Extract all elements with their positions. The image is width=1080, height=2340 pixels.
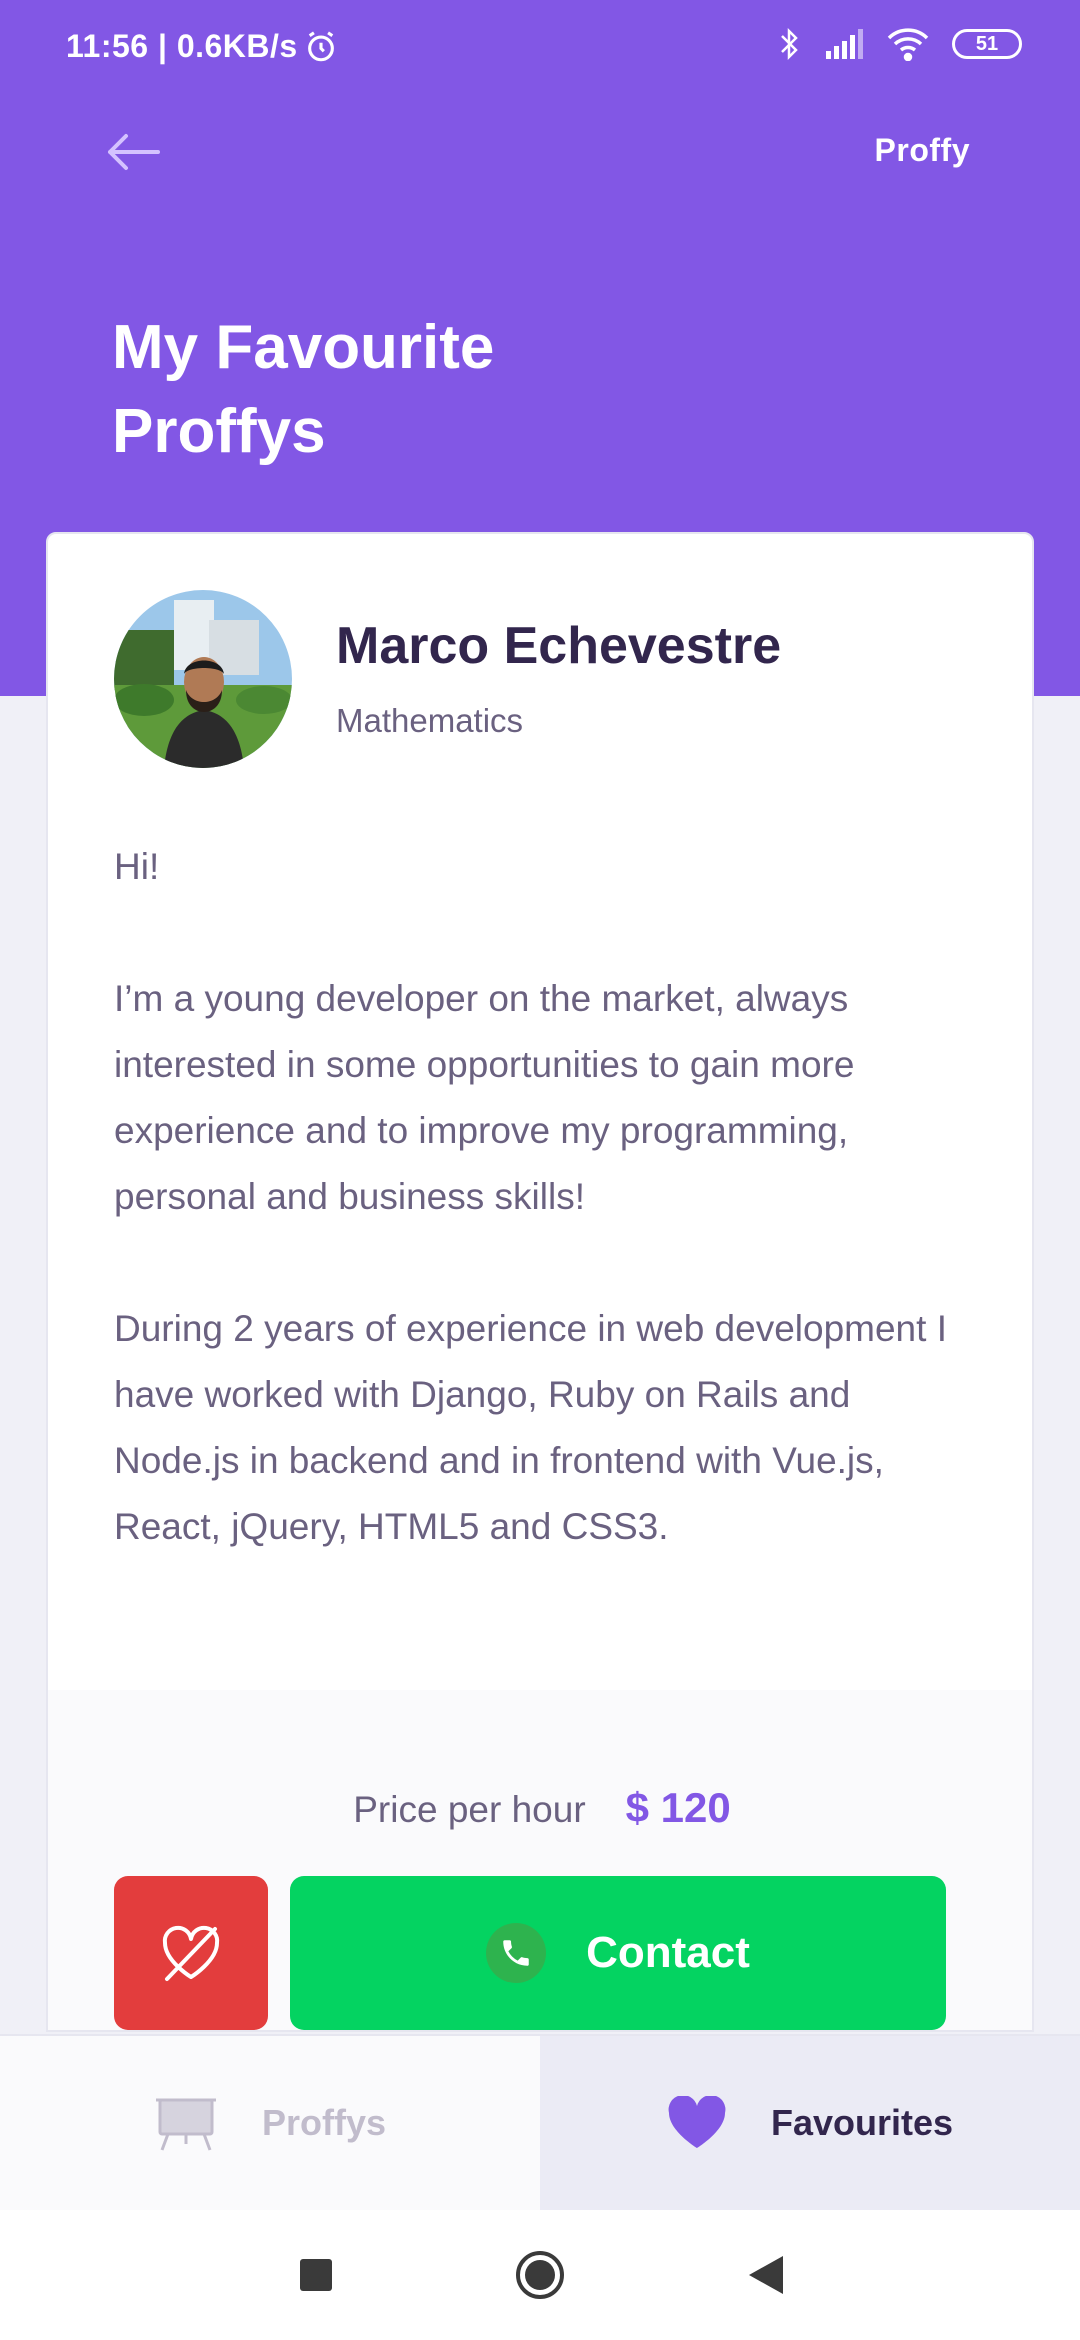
signal-icon [826,29,863,59]
bluetooth-icon [781,27,798,61]
battery-indicator: 51 [952,29,1022,59]
teacher-card: Marco Echevestre Mathematics Hi! I’m a y… [46,532,1034,2032]
back-arrow-icon[interactable] [104,130,164,174]
square-icon [300,2259,332,2291]
bottom-tab-bar: Proffys Favourites [0,2034,1080,2210]
teacher-name: Marco Echevestre [336,617,782,675]
teacher-subject: Mathematics [336,702,524,739]
easel-icon [155,2098,216,2151]
triangle-back-icon [749,2256,783,2294]
recents-button[interactable] [286,2210,346,2340]
bio-paragraph: Hi! [114,846,160,887]
tab-proffys[interactable]: Proffys [0,2036,540,2210]
card-footer: Price per hour $ 120 Contact [48,1690,1032,2030]
tab-favourites[interactable]: Favourites [540,2036,1080,2210]
home-button[interactable] [508,2210,572,2340]
wifi-icon [887,28,929,61]
avatar [114,590,292,768]
alarm-icon [307,31,334,61]
price-value: $ 120 [625,1784,731,1831]
price-row: Price per hour $ 120 [48,1784,1032,1832]
status-time-speed: 11:56 | 0.6KB/s [66,28,338,65]
heart-icon [668,2096,726,2148]
bio-paragraph: I’m a young developer on the market, alw… [114,978,855,1217]
status-bar: 11:56 | 0.6KB/s 51 [0,0,1080,96]
bio-paragraph: During 2 years of experience in web deve… [114,1308,947,1547]
circle-icon [516,2251,564,2299]
tab-label: Favourites [770,2102,954,2143]
page-title: My Favourite Proffys [112,313,495,466]
system-nav-bar [0,2210,1080,2340]
contact-button[interactable]: Contact [290,1876,946,2030]
whatsapp-icon [486,1923,547,1983]
price-label: Price per hour [353,1789,586,1830]
contact-label: Contact [586,1928,750,1977]
back-button[interactable] [736,2210,796,2340]
unfavourite-button[interactable] [114,1876,268,2030]
heart-outline-icon [162,1925,220,1981]
brand-logo: Proffy [874,132,970,168]
teacher-bio: Hi! I’m a young developer on the market,… [114,834,974,1560]
tab-label: Proffys [261,2102,387,2143]
